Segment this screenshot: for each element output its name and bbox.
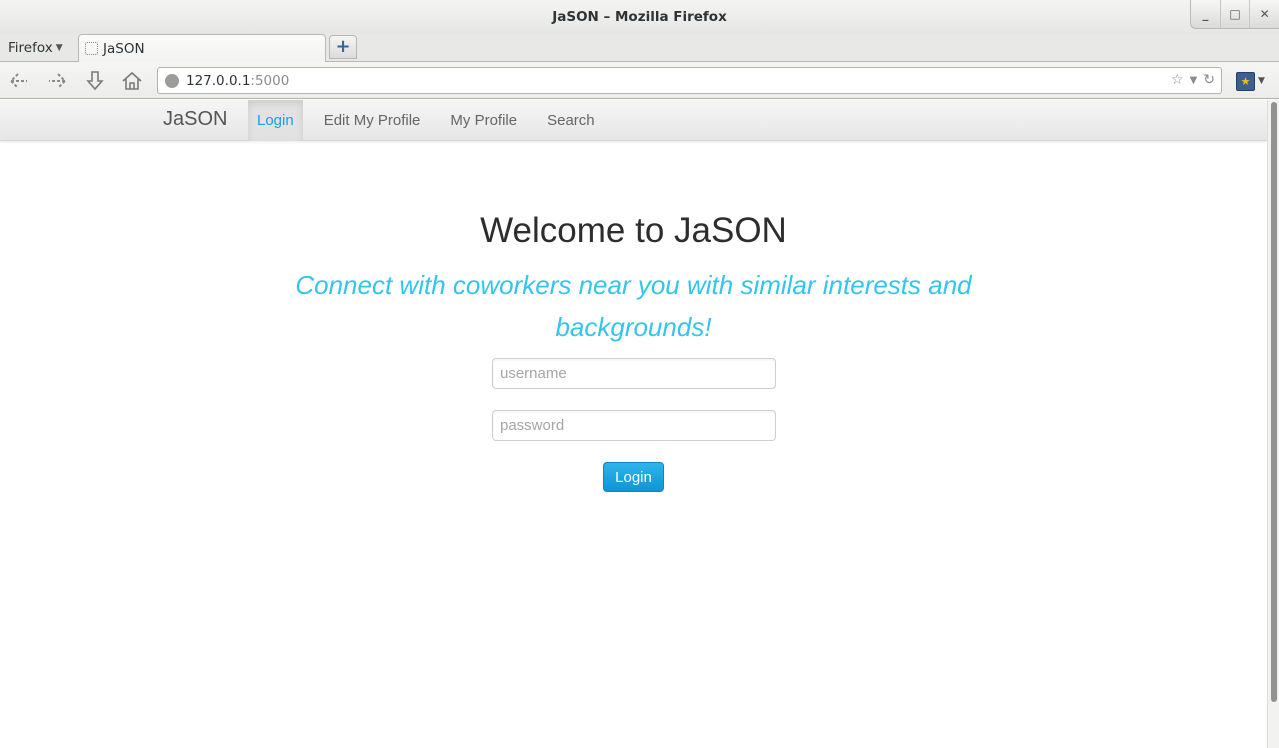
login-button[interactable]: Login	[603, 462, 664, 492]
bookmarks-button[interactable]: ★ ▼	[1236, 69, 1272, 93]
scrollbar-thumb[interactable]	[1271, 102, 1277, 702]
url-text: 127.0.0.1:5000	[186, 73, 289, 89]
nav-search[interactable]: Search	[532, 100, 610, 141]
plus-icon: +	[335, 36, 351, 57]
download-icon	[86, 71, 104, 91]
tab-strip: Firefox ▼ JaSON +	[0, 34, 1279, 62]
url-host: 127.0.0.1	[186, 72, 251, 89]
firefox-menu-label: Firefox	[8, 40, 53, 56]
page-title: Welcome to JaSON	[480, 211, 787, 250]
forward-button[interactable]	[44, 69, 70, 93]
hero: Welcome to JaSON Connect with coworkers …	[0, 208, 1267, 348]
download-button[interactable]	[82, 69, 108, 93]
bookmarks-icon: ★	[1236, 71, 1255, 91]
password-input[interactable]	[492, 410, 776, 441]
home-icon	[122, 71, 142, 90]
url-port: :5000	[250, 72, 290, 89]
nav-login[interactable]: Login	[248, 100, 303, 141]
new-tab-button[interactable]: +	[329, 35, 357, 59]
dropdown-icon[interactable]: ▼	[1190, 75, 1198, 86]
close-window-button[interactable]: ✕	[1249, 0, 1279, 28]
tab-title: JaSON	[103, 40, 145, 57]
window-title: JaSON – Mozilla Firefox	[552, 9, 727, 25]
firefox-menu-button[interactable]: Firefox ▼	[8, 38, 63, 58]
close-icon: ✕	[1259, 7, 1270, 21]
tab-jason[interactable]: JaSON	[78, 34, 326, 62]
chevron-down-icon: ▼	[1258, 76, 1265, 86]
url-bar-actions: ☆ ▼ ↻	[1171, 72, 1215, 88]
window-titlebar: JaSON – Mozilla Firefox _ □ ✕	[0, 0, 1279, 34]
nav-my-profile[interactable]: My Profile	[435, 100, 532, 141]
vertical-scrollbar[interactable]	[1267, 100, 1279, 748]
reload-icon[interactable]: ↻	[1203, 72, 1215, 88]
globe-icon	[165, 73, 179, 88]
page-favicon-icon	[85, 42, 98, 55]
username-input[interactable]	[492, 358, 776, 389]
site-brand[interactable]: JaSON	[163, 108, 227, 131]
minimize-icon: _	[1202, 7, 1209, 21]
chevron-down-icon: ▼	[55, 43, 63, 53]
back-button[interactable]	[6, 69, 32, 93]
site-nav-items: Login Edit My Profile My Profile Search	[248, 100, 610, 141]
back-icon	[9, 73, 27, 89]
maximize-icon: □	[1229, 7, 1241, 21]
minimize-button[interactable]: _	[1191, 0, 1220, 28]
window-controls: _ □ ✕	[1190, 0, 1279, 29]
nav-edit-my-profile[interactable]: Edit My Profile	[303, 100, 436, 141]
site-navbar: JaSON Login Edit My Profile My Profile S…	[0, 100, 1267, 141]
star-icon[interactable]: ☆	[1171, 72, 1184, 88]
home-button[interactable]	[119, 69, 145, 93]
navigation-toolbar: 127.0.0.1:5000 ☆ ▼ ↻ ★ ▼	[0, 61, 1279, 99]
page-viewport: JaSON Login Edit My Profile My Profile S…	[0, 100, 1267, 748]
url-bar[interactable]: 127.0.0.1:5000 ☆ ▼ ↻	[157, 67, 1222, 94]
maximize-button[interactable]: □	[1219, 0, 1250, 28]
forward-icon	[49, 73, 67, 89]
page-subtitle: Connect with coworkers near you with sim…	[295, 270, 972, 342]
